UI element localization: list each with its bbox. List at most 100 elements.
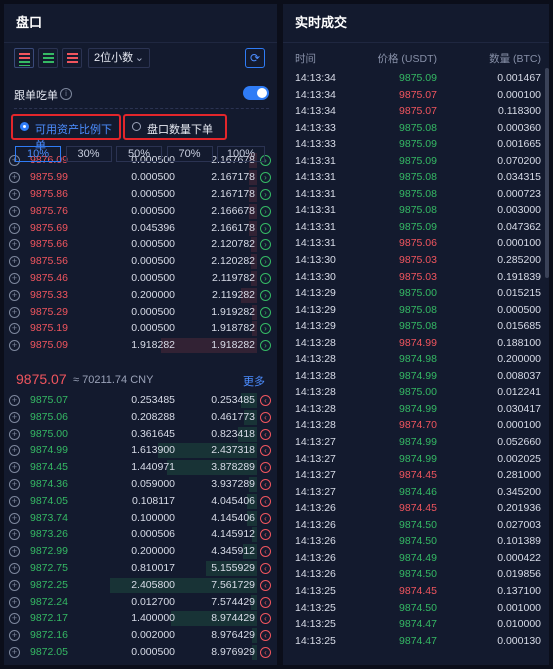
ask-row[interactable]: +9875.66 0.000500 2.120782 › (4, 236, 277, 253)
quick-sell-icon[interactable]: ‹ (260, 478, 271, 490)
quick-sell-icon[interactable]: ‹ (260, 428, 271, 440)
ask-row[interactable]: +9875.09 1.918282 1.918282 › (4, 337, 277, 354)
quick-sell-icon[interactable]: ‹ (260, 495, 271, 507)
bid-row[interactable]: +9873.74 0.100000 4.145406 ‹ (4, 510, 277, 527)
add-icon[interactable]: + (9, 172, 20, 184)
quick-buy-icon[interactable]: › (260, 340, 271, 352)
add-icon[interactable]: + (9, 646, 20, 658)
quick-buy-icon[interactable]: › (260, 205, 271, 217)
percent-button[interactable]: 70% (166, 146, 213, 162)
add-icon[interactable]: + (9, 478, 20, 490)
bid-row[interactable]: +9874.45 1.440971 3.878289 ‹ (4, 459, 277, 476)
add-icon[interactable]: + (9, 529, 20, 541)
quick-buy-icon[interactable]: › (260, 172, 271, 184)
ask-row[interactable]: +9875.99 0.000500 2.167178 › (4, 169, 277, 186)
info-icon[interactable]: i (60, 88, 72, 100)
ask-row[interactable]: +9875.46 0.000500 2.119782 › (4, 270, 277, 287)
add-icon[interactable]: + (9, 189, 20, 201)
ask-row[interactable]: +9875.56 0.000500 2.120282 › (4, 253, 277, 270)
add-icon[interactable]: + (9, 340, 20, 352)
trade-time: 14:13:31 (295, 187, 336, 200)
bid-row[interactable]: +9872.24 0.012700 7.574429 ‹ (4, 594, 277, 611)
bid-row[interactable]: +9874.36 0.059000 3.937289 ‹ (4, 476, 277, 493)
add-icon[interactable]: + (9, 596, 20, 608)
add-icon[interactable]: + (9, 562, 20, 574)
quick-sell-icon[interactable]: ‹ (260, 613, 271, 625)
add-icon[interactable]: + (9, 512, 20, 524)
add-icon[interactable]: + (9, 613, 20, 625)
add-icon[interactable]: + (9, 411, 20, 423)
bid-row[interactable]: +9874.99 1.613900 2.437318 ‹ (4, 442, 277, 459)
quick-sell-icon[interactable]: ‹ (260, 411, 271, 423)
add-icon[interactable]: + (9, 205, 20, 217)
ask-row[interactable]: +9875.76 0.000500 2.166678 › (4, 203, 277, 220)
bid-row[interactable]: +9872.16 0.002000 8.976429 ‹ (4, 627, 277, 644)
precision-select[interactable]: 2位小数 ⌄ (88, 48, 150, 68)
percent-button[interactable]: 100% (217, 146, 265, 162)
bid-row[interactable]: +9875.06 0.208288 0.461773 ‹ (4, 409, 277, 426)
view-asks-icon[interactable] (62, 48, 82, 68)
quick-sell-icon[interactable]: ‹ (260, 646, 271, 658)
view-both-icon[interactable] (14, 48, 34, 68)
quick-sell-icon[interactable]: ‹ (260, 562, 271, 574)
add-icon[interactable]: + (9, 495, 20, 507)
quick-sell-icon[interactable]: ‹ (260, 512, 271, 524)
radio-asset-ratio[interactable]: 可用资产比例下单 (11, 114, 121, 152)
ask-row[interactable]: +9875.19 0.000500 1.918782 › (4, 320, 277, 337)
percent-button[interactable]: 30% (65, 146, 112, 162)
ask-row[interactable]: +9875.69 0.045396 2.166178 › (4, 220, 277, 237)
add-icon[interactable]: + (9, 239, 20, 251)
add-icon[interactable]: + (9, 289, 20, 301)
add-icon[interactable]: + (9, 222, 20, 234)
bid-row[interactable]: +9872.05 0.000500 8.976929 ‹ (4, 644, 277, 661)
bid-row[interactable]: +9875.00 0.361645 0.823418 ‹ (4, 426, 277, 443)
quick-buy-icon[interactable]: › (260, 273, 271, 285)
add-icon[interactable]: + (9, 579, 20, 591)
bid-row[interactable]: +9873.26 0.000506 4.145912 ‹ (4, 526, 277, 543)
add-icon[interactable]: + (9, 256, 20, 268)
quick-sell-icon[interactable]: ‹ (260, 596, 271, 608)
refresh-icon[interactable]: ⟳ (245, 48, 265, 68)
bid-row[interactable]: +9872.25 2.405800 7.561729 ‹ (4, 577, 277, 594)
quick-buy-icon[interactable]: › (260, 289, 271, 301)
quick-sell-icon[interactable]: ‹ (260, 462, 271, 474)
percent-button[interactable]: 10% (15, 146, 61, 162)
add-icon[interactable]: + (9, 323, 20, 335)
add-icon[interactable]: + (9, 428, 20, 440)
ask-row[interactable]: +9875.86 0.000500 2.167178 › (4, 186, 277, 203)
quick-buy-icon[interactable]: › (260, 256, 271, 268)
quick-buy-icon[interactable]: › (260, 222, 271, 234)
add-icon[interactable]: + (9, 273, 20, 285)
ask-row[interactable]: +9875.29 0.000500 1.919282 › (4, 304, 277, 321)
add-icon[interactable]: + (9, 630, 20, 642)
quick-sell-icon[interactable]: ‹ (260, 579, 271, 591)
bid-row[interactable]: +9875.07 0.253485 0.253485 ‹ (4, 392, 277, 409)
quick-sell-icon[interactable]: ‹ (260, 630, 271, 642)
add-icon[interactable]: + (9, 445, 20, 457)
view-bids-icon[interactable] (38, 48, 58, 68)
bid-row[interactable]: +9874.05 0.108117 4.045406 ‹ (4, 493, 277, 510)
ask-row[interactable]: +9875.33 0.200000 2.119282 › (4, 287, 277, 304)
add-icon[interactable]: + (9, 462, 20, 474)
quick-buy-icon[interactable]: › (260, 323, 271, 335)
quick-buy-icon[interactable]: › (260, 239, 271, 251)
quick-sell-icon[interactable]: ‹ (260, 395, 271, 406)
scrollbar[interactable] (545, 68, 549, 278)
more-link[interactable]: 更多 (243, 373, 265, 389)
quick-sell-icon[interactable]: ‹ (260, 546, 271, 558)
add-icon[interactable]: + (9, 546, 20, 558)
bid-row[interactable]: +9872.17 1.400000 8.974429 ‹ (4, 610, 277, 627)
percent-button[interactable]: 50% (116, 146, 162, 162)
follow-order-toggle[interactable] (243, 86, 269, 100)
bid-row[interactable]: +9872.99 0.200000 4.345912 ‹ (4, 543, 277, 560)
qty-cell: 0.045396 (131, 221, 175, 234)
trade-qty: 0.000360 (497, 121, 541, 134)
bid-row[interactable]: +9872.75 0.810017 5.155929 ‹ (4, 560, 277, 577)
quick-sell-icon[interactable]: ‹ (260, 445, 271, 457)
add-icon[interactable]: + (9, 306, 20, 318)
quick-buy-icon[interactable]: › (260, 306, 271, 318)
add-icon[interactable]: + (9, 395, 20, 406)
quick-sell-icon[interactable]: ‹ (260, 529, 271, 541)
radio-book-qty[interactable]: 盘口数量下单 (123, 114, 227, 140)
quick-buy-icon[interactable]: › (260, 189, 271, 201)
